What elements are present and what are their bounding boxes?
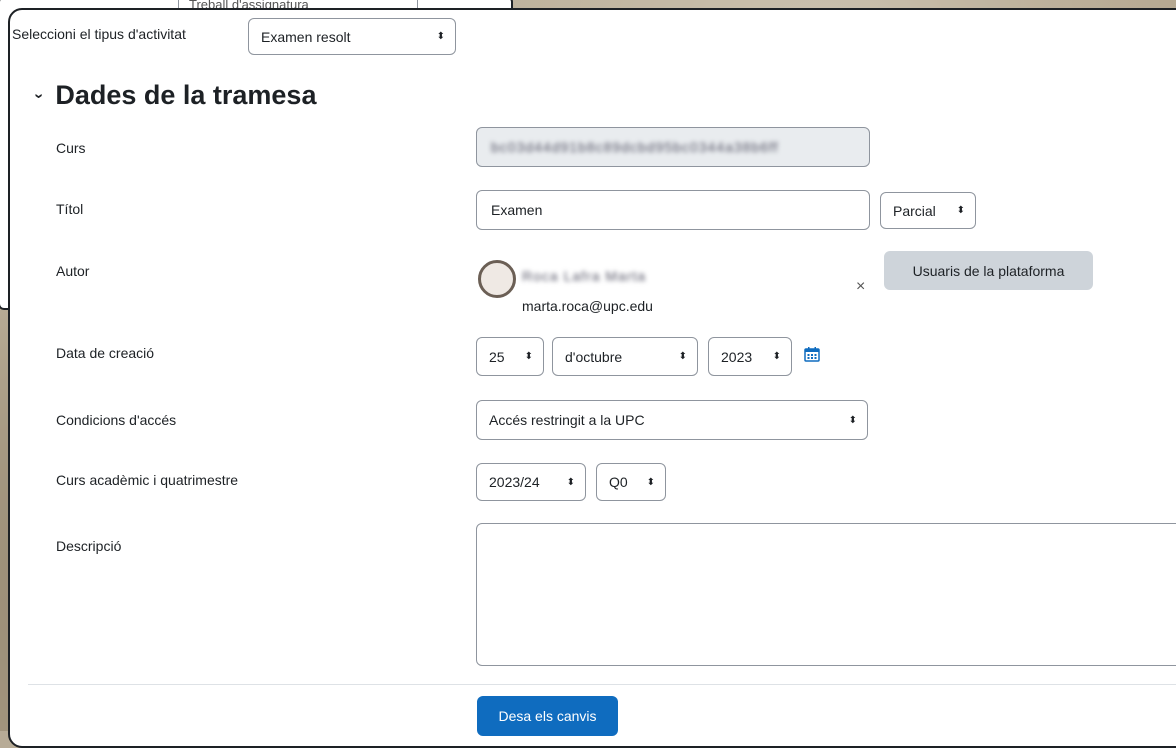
year-select[interactable]: 2023 ⬍ [708, 337, 792, 376]
titol-value: Examen [491, 202, 543, 218]
remove-author-icon[interactable]: × [856, 278, 865, 296]
day-select[interactable]: 25 ⬍ [476, 337, 544, 376]
dropdown-arrow-icon: ⬍ [646, 476, 655, 488]
section-header[interactable]: › Dades de la tramesa [31, 80, 317, 111]
activity-type-label: Seleccioni el tipus d'activitat [12, 26, 186, 42]
form-divider [28, 684, 1176, 685]
chevron-down-icon: › [30, 92, 48, 99]
curs-academic-label: Curs acadèmic i quatrimestre [56, 472, 239, 488]
dropdown-arrow-icon: ⬍ [678, 351, 687, 362]
dropdown-arrow-icon: ⬍ [566, 476, 575, 488]
dropdown-arrow-icon: ⬍ [524, 351, 533, 362]
curs-label: Curs [56, 140, 86, 156]
condicions-value: Accés restringit a la UPC [489, 412, 645, 428]
author-name: Roca Lafra Marta [522, 268, 647, 284]
quarter-select[interactable]: Q0 ⬍ [596, 463, 666, 501]
form-panel: Seleccioni el tipus d'activitat Examen r… [8, 8, 1176, 748]
author-email: marta.roca@upc.edu [522, 298, 653, 314]
quarter-value: Q0 [609, 474, 628, 490]
condicions-select[interactable]: Accés restringit a la UPC ⬍ [476, 400, 868, 440]
dropdown-arrow-icon: ⬍ [436, 31, 445, 42]
academic-year-select[interactable]: 2023/24 ⬍ [476, 463, 586, 501]
descripcio-textarea[interactable] [476, 523, 1176, 666]
save-button[interactable]: Desa els canvis [477, 696, 618, 736]
dropdown-arrow-icon: ⬍ [772, 351, 781, 362]
activity-type-select[interactable]: Examen resolt ⬍ [248, 18, 456, 55]
avatar [478, 260, 516, 298]
month-value: d'octubre [565, 348, 623, 365]
calendar-icon[interactable] [804, 346, 820, 362]
autor-label: Autor [56, 263, 90, 279]
section-title: Dades de la tramesa [55, 80, 317, 110]
curs-field: bc03d44d91b8c89dcbd95bc0344a38b6ff [476, 127, 870, 167]
dropdown-arrow-icon: ⬍ [848, 414, 857, 426]
titol-type-value: Parcial [893, 202, 936, 219]
academic-year-value: 2023/24 [489, 474, 540, 490]
titol-type-select[interactable]: Parcial ⬍ [880, 192, 976, 229]
day-value: 25 [489, 348, 505, 365]
descripcio-label: Descripció [56, 538, 122, 554]
titol-label: Títol [56, 201, 84, 217]
year-value: 2023 [721, 348, 753, 365]
users-platform-button[interactable]: Usuaris de la plataforma [884, 251, 1093, 290]
curs-value: bc03d44d91b8c89dcbd95bc0344a38b6ff [491, 139, 779, 155]
dropdown-arrow-icon: ⬍ [956, 205, 965, 216]
titol-input[interactable]: Examen [476, 190, 870, 230]
condicions-label: Condicions d'accés [56, 412, 177, 428]
month-select[interactable]: d'octubre ⬍ [552, 337, 698, 376]
data-creacio-label: Data de creació [56, 345, 155, 361]
activity-type-value: Examen resolt [261, 28, 351, 45]
